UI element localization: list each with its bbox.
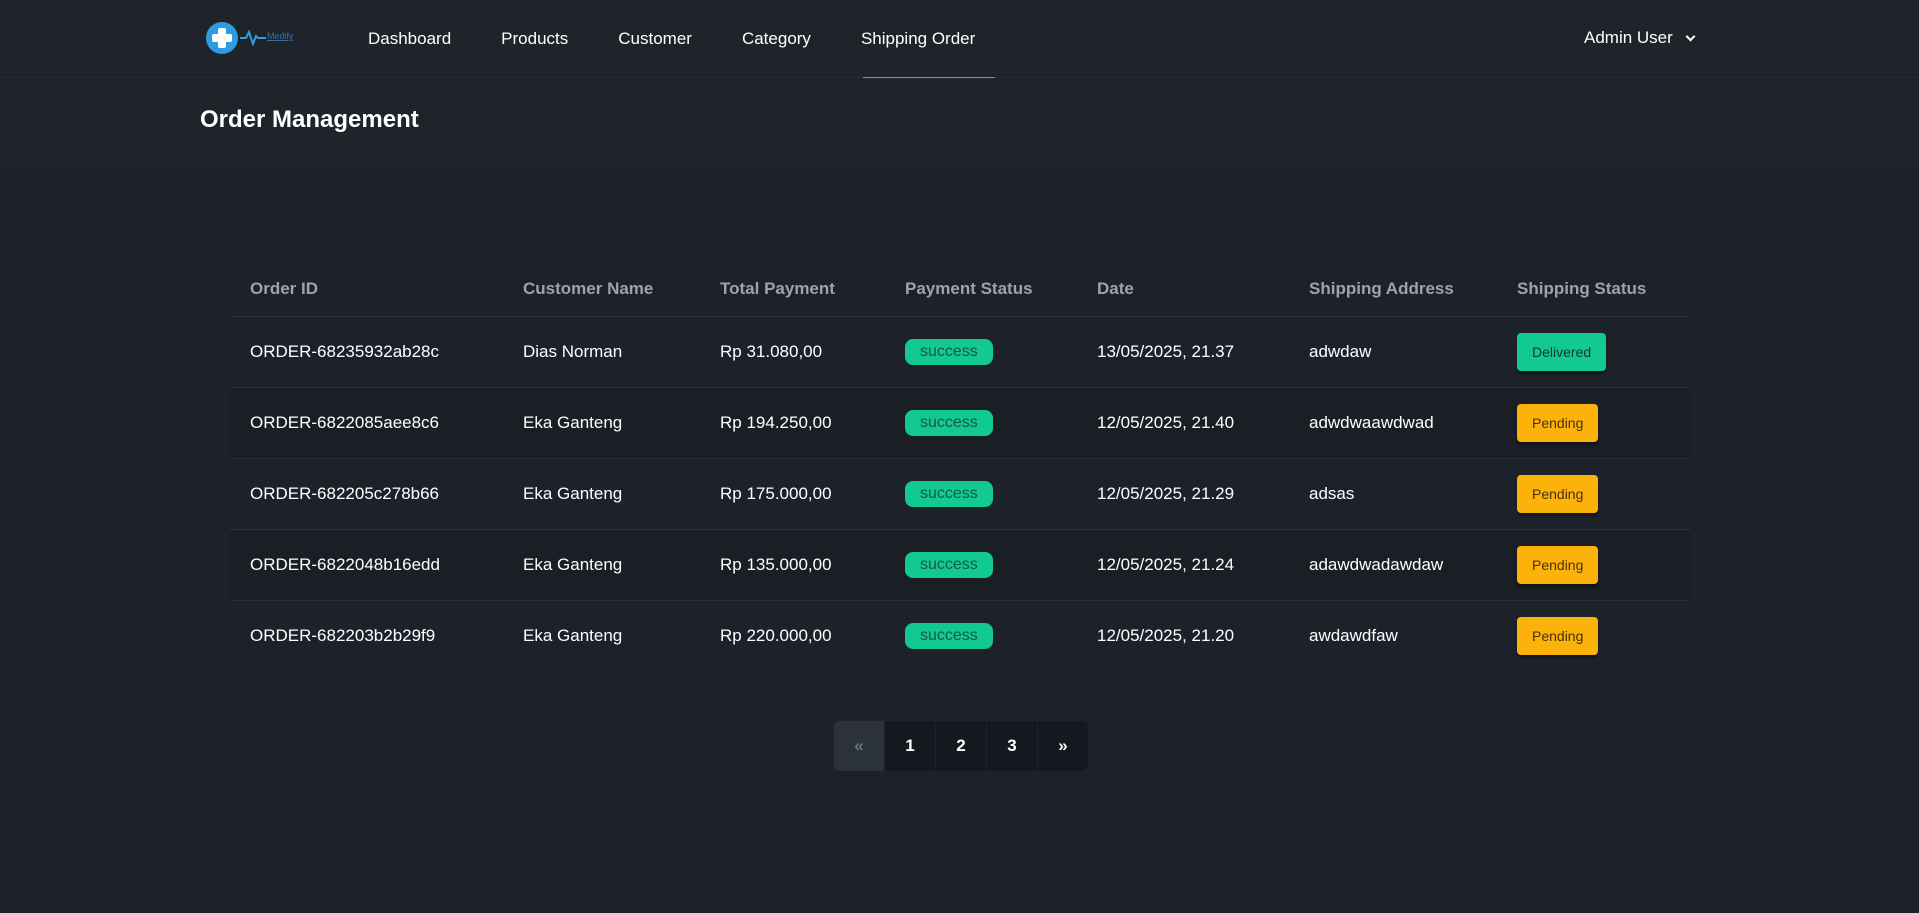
page-title: Order Management (200, 106, 419, 133)
shipping-status-button[interactable]: Pending (1517, 545, 1599, 584)
table-row: ORDER-682205c278b66 Eka Ganteng Rp 175.0… (230, 458, 1690, 530)
medical-cross-icon (206, 22, 238, 54)
page-header: Order Management (0, 78, 1919, 168)
shipping-status-button[interactable]: Delivered (1517, 332, 1607, 371)
shipping-address: adwdwaawdwad (1289, 387, 1497, 459)
order-id: ORDER-6822085aee8c6 (230, 387, 503, 459)
customer-name: Eka Ganteng (503, 458, 700, 530)
nav-item-customer[interactable]: Customer (598, 0, 712, 78)
nav-item-products[interactable]: Products (481, 0, 588, 78)
column-header-shipping-status: Shipping Status (1497, 262, 1690, 317)
total-payment: Rp 31.080,00 (700, 316, 885, 388)
table-row: ORDER-68235932ab28c Dias Norman Rp 31.08… (230, 316, 1690, 388)
next-page-button[interactable]: » (1038, 721, 1088, 771)
table-row: ORDER-682203b2b29f9 Eka Ganteng Rp 220.0… (230, 600, 1690, 671)
user-menu[interactable]: Admin User (1584, 24, 1696, 52)
order-date: 12/05/2025, 21.20 (1097, 625, 1235, 645)
shipping-address: adawdwadawdaw (1289, 529, 1497, 601)
table-header-row: Order ID Customer Name Total Payment Pay… (230, 262, 1690, 317)
column-header-total-payment: Total Payment (700, 262, 885, 317)
orders-table: Order ID Customer Name Total Payment Pay… (230, 262, 1690, 671)
customer-name: Eka Ganteng (503, 529, 700, 601)
shipping-address: awdawdfaw (1309, 625, 1398, 645)
order-date: 12/05/2025, 21.24 (1077, 529, 1289, 601)
total-payment: Rp 135.000,00 (700, 529, 885, 601)
order-id: ORDER-682205c278b66 (230, 458, 503, 530)
page-3-button[interactable]: 3 (987, 721, 1037, 771)
customer-name: Eka Ganteng (523, 625, 623, 645)
order-id: ORDER-682203b2b29f9 (250, 625, 436, 645)
shipping-address: adwdaw (1289, 316, 1497, 388)
logo-text: Medify (267, 31, 294, 41)
heartbeat-icon (240, 30, 266, 46)
shipping-status-button[interactable]: Pending (1517, 474, 1599, 513)
column-header-customer-name: Customer Name (503, 262, 700, 317)
order-date: 12/05/2025, 21.40 (1077, 387, 1289, 459)
order-id: ORDER-68235932ab28c (230, 316, 503, 388)
payment-status-badge: success (905, 480, 993, 507)
total-payment: Rp 194.250,00 (700, 387, 885, 459)
table-row: ORDER-6822048b16edd Eka Ganteng Rp 135.0… (230, 529, 1690, 601)
customer-name: Eka Ganteng (503, 387, 700, 459)
page-2-button[interactable]: 2 (936, 721, 986, 771)
payment-status-badge: success (905, 551, 993, 578)
nav-item-category[interactable]: Category (722, 0, 831, 78)
order-id: ORDER-6822048b16edd (230, 529, 503, 601)
column-header-shipping-address: Shipping Address (1289, 262, 1497, 317)
nav-links: Dashboard Products Customer Category Shi… (348, 0, 1005, 79)
nav-item-shipping-order[interactable]: Shipping Order (841, 0, 996, 79)
column-header-order-id: Order ID (230, 262, 503, 317)
total-payment: Rp 175.000,00 (700, 458, 885, 530)
orders-table-container: Order ID Customer Name Total Payment Pay… (230, 262, 1690, 671)
logo[interactable]: Medify (206, 20, 306, 56)
user-name: Admin User (1584, 28, 1673, 47)
payment-status-badge: success (905, 622, 993, 649)
payment-status-badge: success (905, 338, 993, 365)
prev-page-button[interactable]: « (834, 721, 884, 771)
column-header-payment-status: Payment Status (885, 262, 1077, 317)
page-1-button[interactable]: 1 (885, 721, 935, 771)
shipping-status-button[interactable]: Pending (1517, 403, 1599, 442)
order-date: 12/05/2025, 21.29 (1077, 458, 1289, 530)
shipping-address: adsas (1289, 458, 1497, 530)
top-navbar: Medify Dashboard Products Customer Categ… (0, 0, 1919, 79)
pagination: « 1 2 3 » (834, 721, 1089, 771)
chevron-down-icon (1685, 31, 1696, 41)
column-header-date: Date (1077, 262, 1289, 317)
nav-item-dashboard[interactable]: Dashboard (348, 0, 471, 78)
payment-status-badge: success (905, 409, 993, 436)
shipping-status-button[interactable]: Pending (1517, 616, 1599, 655)
customer-name: Dias Norman (503, 316, 700, 388)
order-date: 13/05/2025, 21.37 (1077, 316, 1289, 388)
table-row: ORDER-6822085aee8c6 Eka Ganteng Rp 194.2… (230, 387, 1690, 459)
total-payment: Rp 220.000,00 (720, 625, 832, 645)
